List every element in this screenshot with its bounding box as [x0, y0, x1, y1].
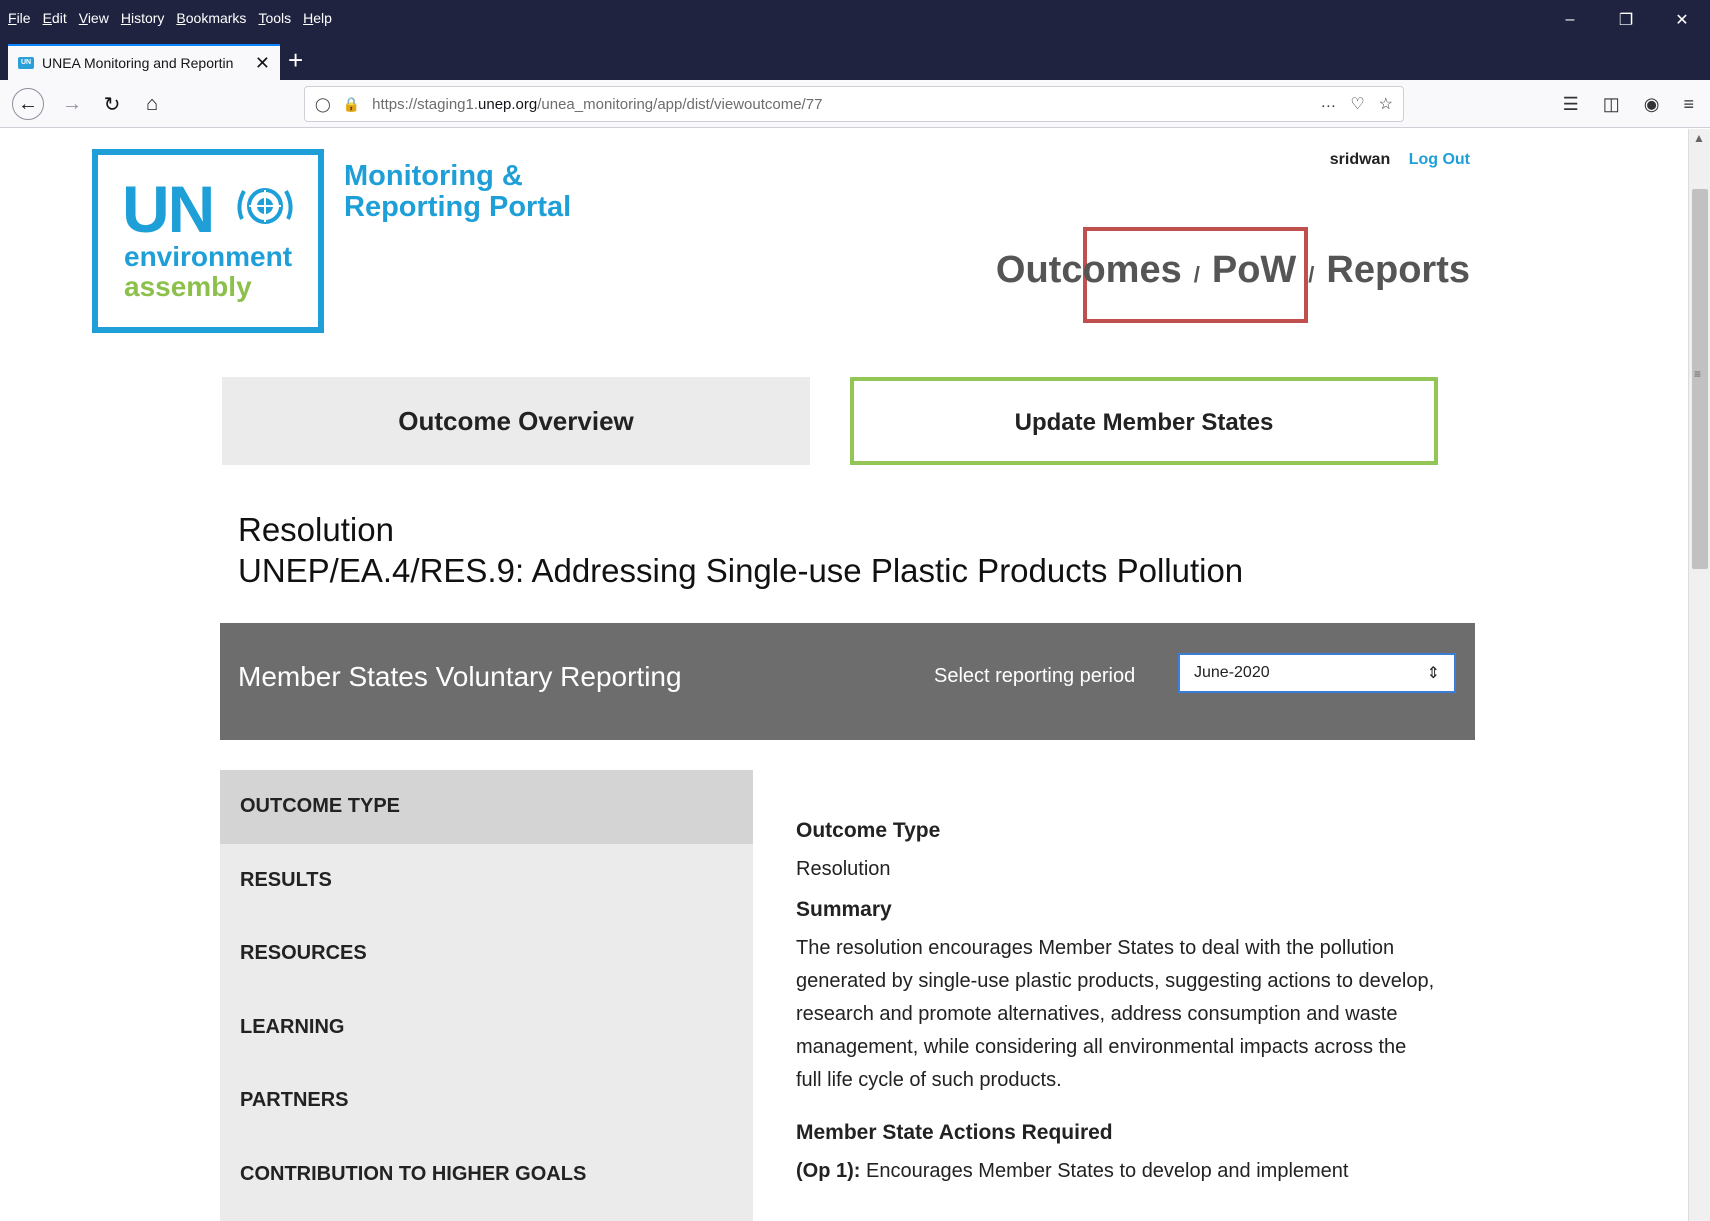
reporting-period-select[interactable]: June-2020 ⇕ — [1178, 653, 1456, 693]
menu-edit[interactable]: Edit — [43, 10, 67, 26]
tab-update-member-states[interactable]: Update Member States — [850, 377, 1438, 465]
favicon-icon: UN — [18, 57, 34, 69]
menu-bookmarks[interactable]: Bookmarks — [176, 10, 246, 26]
op1-label: (Op 1): — [796, 1160, 861, 1182]
unea-logo[interactable]: UN environment assembly — [92, 149, 324, 333]
nav-reports[interactable]: Reports — [1326, 249, 1470, 292]
url-text[interactable]: https://staging1.unep.org/unea_monitorin… — [372, 96, 1320, 113]
logo-un-text: UN — [122, 172, 215, 246]
menu-file[interactable]: File — [8, 10, 31, 26]
close-tab-icon[interactable]: ✕ — [255, 53, 270, 74]
window-controls: – ❐ ✕ — [1542, 0, 1710, 40]
resolution-label: Resolution — [238, 511, 394, 548]
new-tab-icon[interactable]: + — [288, 42, 303, 78]
shield-icon[interactable]: ◯ — [315, 96, 331, 113]
user-info: sridwan Log Out — [1330, 151, 1470, 169]
menu-history[interactable]: History — [121, 10, 165, 26]
menu-help[interactable]: Help — [303, 10, 332, 26]
tab-outcome-overview[interactable]: Outcome Overview — [222, 377, 810, 465]
reload-icon[interactable]: ↻ — [96, 88, 128, 120]
menu-tools[interactable]: Tools — [258, 10, 291, 26]
resolution-name: UNEP/EA.4/RES.9: Addressing Single-use P… — [238, 552, 1244, 589]
minimize-icon[interactable]: – — [1542, 0, 1598, 40]
tab-title: UNEA Monitoring and Reportin — [42, 55, 234, 71]
period-selected-value: June-2020 — [1194, 664, 1270, 681]
menu-bar: File Edit View History Bookmarks Tools H… — [8, 10, 332, 26]
page-actions-icon[interactable]: … — [1320, 94, 1336, 114]
sidebar-item-learning[interactable]: LEARNING — [220, 991, 753, 1065]
scroll-grip-icon: ≡ — [1694, 367, 1702, 381]
portal-title-line1: Monitoring & — [344, 160, 523, 192]
main-nav: Outcomes / PoW / Reports — [996, 249, 1470, 292]
portal-title: Monitoring & Reporting Portal — [344, 161, 571, 223]
period-label: Select reporting period — [934, 665, 1136, 687]
sidebar-item-results[interactable]: RESULTS — [220, 844, 753, 918]
select-arrows-icon: ⇕ — [1426, 665, 1440, 682]
back-arrow-icon[interactable]: ← — [12, 88, 44, 120]
close-window-icon[interactable]: ✕ — [1654, 0, 1710, 40]
menu-view[interactable]: View — [79, 10, 109, 26]
logout-link[interactable]: Log Out — [1409, 151, 1470, 168]
page-title: Resolution UNEP/EA.4/RES.9: Addressing S… — [238, 509, 1243, 591]
op1-text: (Op 1): Encourages Member States to deve… — [796, 1155, 1436, 1188]
bookmark-star-icon[interactable]: ☆ — [1379, 94, 1393, 114]
nav-separator: / — [1193, 262, 1200, 287]
sidebar-item-outcome-type[interactable]: OUTCOME TYPE — [220, 770, 753, 844]
sidebar-item-resources[interactable]: RESOURCES — [220, 917, 753, 991]
actions-heading: Member State Actions Required — [796, 1121, 1113, 1144]
outcome-detail: Outcome Type Resolution Summary The reso… — [796, 819, 1436, 1188]
outcome-type-value: Resolution — [796, 858, 891, 880]
hamburger-menu-icon[interactable]: ≡ — [1683, 94, 1694, 115]
un-emblem-icon — [237, 188, 293, 224]
url-bar[interactable]: ◯ 🔒 https://staging1.unep.org/unea_monit… — [304, 86, 1404, 122]
page-content: UN environment assembly Monitoring & Rep… — [0, 129, 1688, 1221]
account-icon[interactable]: ◉ — [1644, 94, 1660, 115]
nav-toolbar: ← → ↻ ⌂ ◯ 🔒 https://staging1.unep.org/un… — [0, 80, 1710, 128]
library-icon[interactable]: ☰ — [1563, 94, 1579, 115]
sidebar-item-higher-goals[interactable]: CONTRIBUTION TO HIGHER GOALS — [220, 1138, 753, 1212]
browser-tab-active[interactable]: UN UNEA Monitoring and Reportin ✕ — [8, 44, 280, 80]
lock-icon[interactable]: 🔒 — [343, 96, 360, 113]
nav-outcomes[interactable]: Outcomes — [996, 249, 1182, 292]
restore-icon[interactable]: ❐ — [1598, 0, 1654, 40]
scroll-up-icon[interactable]: ▲ — [1693, 131, 1705, 145]
nav-pow[interactable]: PoW — [1212, 249, 1296, 292]
sidebar-item-partners[interactable]: PARTNERS — [220, 1064, 753, 1138]
forward-arrow-icon[interactable]: → — [56, 88, 88, 120]
pocket-icon[interactable]: ♡ — [1350, 94, 1364, 114]
reporting-banner: Member States Voluntary Reporting Select… — [220, 623, 1475, 740]
sidebar-icon[interactable]: ◫ — [1603, 94, 1620, 115]
logo-environment-text: environment — [124, 241, 293, 272]
banner-title: Member States Voluntary Reporting — [238, 661, 682, 692]
window-titlebar: File Edit View History Bookmarks Tools H… — [0, 0, 1710, 40]
outcome-sidebar: OUTCOME TYPE RESULTS RESOURCES LEARNING … — [220, 770, 753, 1221]
portal-title-line2: Reporting Portal — [344, 191, 572, 223]
outcome-type-heading: Outcome Type — [796, 819, 941, 842]
nav-separator: / — [1308, 262, 1315, 287]
logo-assembly-text: assembly — [124, 271, 252, 302]
page-scrollbar[interactable]: ▲ ≡ — [1688, 129, 1710, 1221]
op1-body: Encourages Member States to develop and … — [860, 1160, 1349, 1182]
summary-heading: Summary — [796, 898, 892, 921]
tab-bar: UN UNEA Monitoring and Reportin ✕ — [0, 40, 1710, 80]
summary-text: The resolution encourages Member States … — [796, 937, 1435, 1091]
home-icon[interactable]: ⌂ — [136, 88, 168, 120]
username: sridwan — [1329, 151, 1391, 168]
